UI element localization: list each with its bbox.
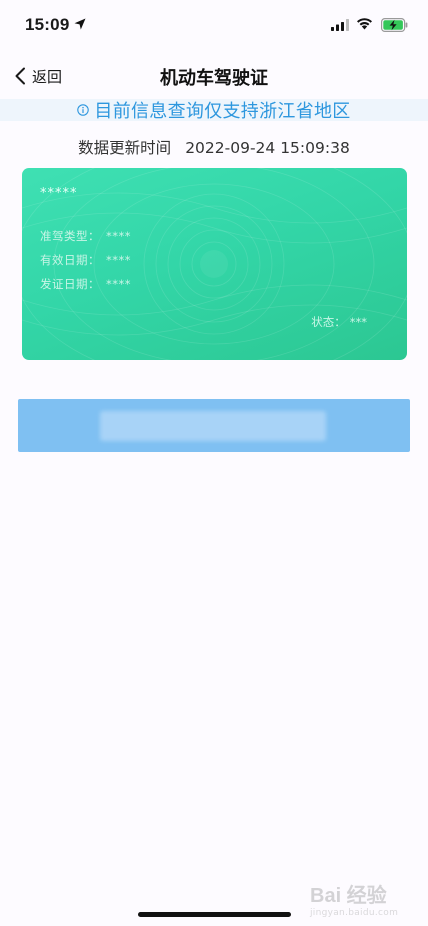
signal-icon [331, 19, 349, 31]
status-bar: 15:09 [0, 0, 428, 52]
card-field-license-type: 准驾类型： **** [40, 228, 131, 244]
field-value: **** [106, 253, 131, 267]
update-time-row: 数据更新时间 2022-09-24 15:09:38 [0, 136, 428, 158]
card-status: 状态： *** [311, 314, 367, 330]
status-time: 15:09 [25, 15, 70, 34]
field-value: **** [106, 277, 131, 291]
update-time-label: 数据更新时间 [78, 139, 172, 157]
status-label: 状态： [311, 315, 346, 329]
license-card[interactable]: ***** 准驾类型： **** 有效日期： **** 发证日期： **** 状态： *… [22, 168, 407, 360]
field-label: 发证日期： [40, 277, 100, 291]
location-arrow-icon [74, 18, 86, 30]
notice-text: 目前信息查询仅支持浙江省地区 [94, 101, 351, 122]
baidu-jingyan-watermark: Bai 经验 jingyan.baidu.com [310, 879, 404, 918]
info-circle-icon [77, 104, 90, 116]
card-field-issue-date: 发证日期： **** [40, 276, 131, 292]
action-button[interactable] [18, 399, 410, 452]
field-label: 准驾类型： [40, 229, 100, 243]
nav-bar: 返回 机动车驾驶证 [0, 56, 428, 96]
update-timestamp: 2022-09-24 15:09:38 [185, 139, 350, 157]
card-holder-name: ***** [40, 186, 78, 201]
page-title: 机动车驾驶证 [160, 68, 268, 89]
obscured-button-label [100, 411, 326, 441]
battery-charging-icon [381, 18, 408, 32]
field-label: 有效日期： [40, 253, 100, 267]
notice-banner: 目前信息查询仅支持浙江省地区 [0, 99, 428, 122]
home-indicator[interactable] [138, 912, 291, 917]
card-field-valid-date: 有效日期： **** [40, 252, 131, 268]
wifi-icon [357, 18, 372, 30]
field-value: **** [106, 229, 131, 243]
status-value: *** [349, 315, 367, 329]
watermark-main: Bai 经验 [310, 885, 387, 907]
watermark-sub: jingyan.baidu.com [310, 908, 399, 918]
